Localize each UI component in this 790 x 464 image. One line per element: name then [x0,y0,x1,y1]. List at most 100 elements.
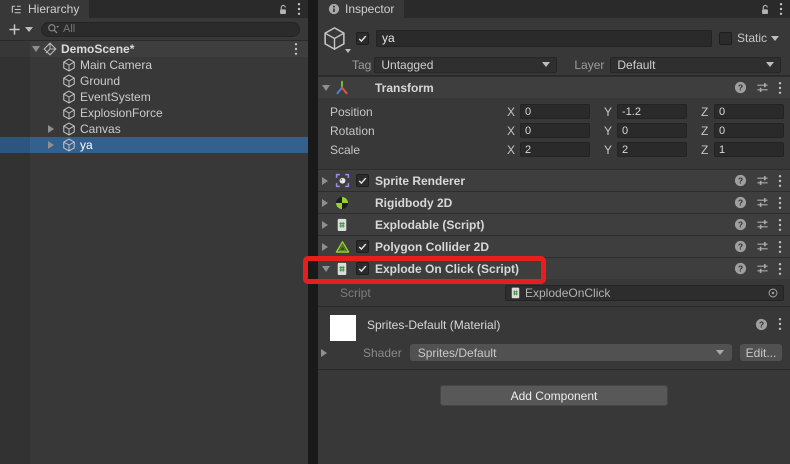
cube-icon [322,26,347,51]
inspector-tab-label: Inspector [345,2,395,16]
gameobject-icon-button[interactable] [321,25,351,53]
position-z-input[interactable] [714,104,784,119]
material-expand-arrow-icon[interactable] [321,349,327,357]
scale-z-input[interactable] [714,142,784,157]
component-header-rigidbody-2d[interactable]: Rigidbody 2D ? [318,191,790,213]
kebab-menu-icon[interactable] [779,2,783,16]
material-preview-thumbnail [330,315,356,341]
expand-arrow-icon[interactable] [322,84,330,91]
transform-title: Transform [375,80,434,95]
lock-icon[interactable] [759,3,771,16]
shader-dropdown[interactable]: Sprites/Default [409,344,732,361]
scale-y-input[interactable] [617,142,687,157]
transform-row-rotation: Rotation X Y Z [318,121,790,140]
kebab-menu-icon[interactable] [778,240,782,254]
hierarchy-search[interactable] [41,21,300,37]
preset-icon[interactable] [756,81,769,94]
preset-icon[interactable] [756,218,769,231]
expand-arrow-icon[interactable] [322,220,328,229]
position-y-input[interactable] [617,104,687,119]
kebab-menu-icon[interactable] [778,81,782,95]
component-header-polygon-collider-2d[interactable]: Polygon Collider 2D ? [318,235,790,257]
tab-inspector[interactable]: Inspector [318,0,405,18]
kebab-menu-icon[interactable] [778,174,782,188]
polygon-collider-icon [334,239,350,255]
expand-arrow-icon[interactable] [322,198,328,207]
kebab-menu-icon[interactable] [778,317,782,331]
kebab-menu-icon[interactable] [778,218,782,232]
transform-row-label: Position [330,104,373,119]
rotation-y-input[interactable] [617,123,687,138]
component-header-transform[interactable]: Transform ? [318,76,790,98]
component-enabled-checkbox[interactable] [356,240,369,253]
component-header-explode-on-click-script[interactable]: Explode On Click (Script) ? [318,257,790,279]
transform-row-label: Scale [330,142,361,157]
preset-icon[interactable] [756,196,769,209]
gameobject-active-checkbox[interactable] [356,31,369,45]
component-enabled-checkbox[interactable] [356,262,369,275]
preset-icon[interactable] [756,174,769,187]
tag-dropdown[interactable]: Untagged [374,56,558,73]
hierarchy-item-eventsystem[interactable]: EventSystem [0,89,308,105]
material-title: Sprites-Default (Material) [367,318,501,332]
position-x-input[interactable] [520,104,590,119]
hierarchy-item-ya[interactable]: ya [0,137,308,153]
help-icon[interactable]: ? [734,262,747,275]
cube-icon [62,106,76,120]
expand-arrow-icon[interactable] [322,176,328,185]
lock-icon[interactable] [277,3,289,16]
script-icon [510,287,521,299]
gameobject-name-input[interactable] [376,29,712,47]
object-picker-icon[interactable] [767,287,779,299]
component-header-explodable-script[interactable]: Explodable (Script) ? [318,213,790,235]
kebab-menu-icon[interactable] [778,262,782,276]
help-icon[interactable]: ? [734,240,747,253]
hierarchy-item-ground[interactable]: Ground [0,73,308,89]
help-icon[interactable]: ? [734,196,747,209]
cube-icon [62,122,76,136]
add-object-dropdown-icon[interactable] [25,26,33,32]
add-object-button[interactable] [8,23,21,36]
scene-expand-arrow-icon[interactable] [32,46,40,52]
kebab-menu-icon[interactable] [297,2,301,16]
hierarchy-item-label: ya [80,138,93,152]
component-enabled-checkbox[interactable] [356,174,369,187]
script-object-field[interactable]: ExplodeOnClick [505,284,784,301]
hierarchy-item-explosionforce[interactable]: ExplosionForce [0,105,308,121]
kebab-menu-icon[interactable] [778,196,782,210]
hierarchy-search-input[interactable] [63,23,294,35]
hierarchy-item-canvas[interactable]: Canvas [0,121,308,137]
expand-arrow-icon[interactable] [48,141,54,149]
shader-value: Sprites/Default [417,345,497,360]
axis-label: Z [701,123,709,138]
scene-kebab-icon[interactable] [294,42,298,56]
component-header-sprite-renderer[interactable]: Sprite Renderer ? [318,169,790,191]
tab-hierarchy[interactable]: Hierarchy [0,0,90,18]
preset-icon[interactable] [756,240,769,253]
chevron-down-icon [766,62,774,67]
help-icon[interactable]: ? [734,174,747,187]
help-icon[interactable]: ? [734,218,747,231]
add-component-button[interactable]: Add Component [440,385,668,406]
rigidbody2d-icon [334,195,350,211]
material-section: Sprites-Default (Material) ? Shader Spri… [318,307,790,370]
rotation-x-input[interactable] [520,123,590,138]
edit-shader-button[interactable]: Edit... [740,344,782,361]
transform-row-scale: Scale X Y Z [318,140,790,159]
hierarchy-item-main-camera[interactable]: Main Camera [0,57,308,73]
scene-row[interactable]: DemoScene* [0,41,308,57]
preset-icon[interactable] [756,262,769,275]
transform-body: Position X Y Z Rotation X Y [318,98,790,169]
help-icon[interactable]: ? [734,81,747,94]
axis-label: Y [604,142,613,157]
scale-x-input[interactable] [520,142,590,157]
script-property-label: Script [340,285,371,300]
help-icon[interactable]: ? [755,318,768,331]
expand-arrow-icon[interactable] [322,242,328,251]
layer-dropdown[interactable]: Default [610,56,781,73]
expand-arrow-icon[interactable] [48,125,54,133]
rotation-z-input[interactable] [714,123,784,138]
static-dropdown-icon[interactable] [771,35,779,41]
expand-arrow-icon[interactable] [322,265,330,272]
static-checkbox[interactable] [718,31,732,45]
